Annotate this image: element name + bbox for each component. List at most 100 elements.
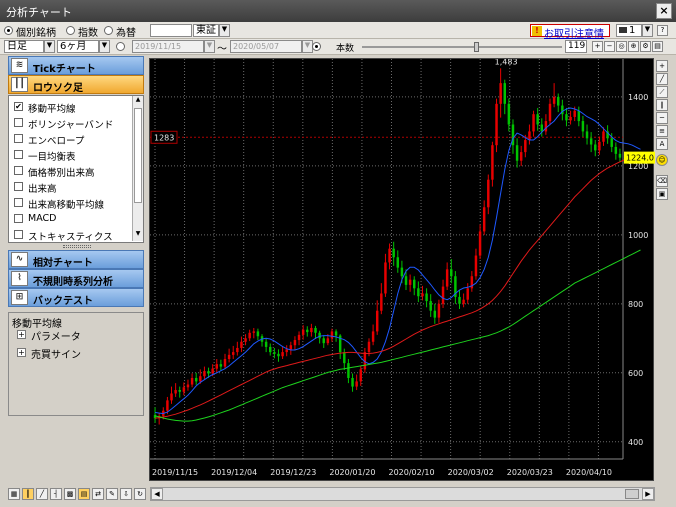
indicator-label: MACD [28, 213, 57, 224]
indicator-item[interactable]: エンベロープ [14, 131, 138, 147]
period-unit-select[interactable]: 日足 [4, 40, 44, 53]
scroll-left-icon[interactable]: ◀ [151, 488, 163, 500]
eraser-icon[interactable]: ⌫ [656, 175, 668, 187]
zoom-in-icon[interactable]: + [592, 41, 603, 52]
zoom-out-icon[interactable]: − [604, 41, 615, 52]
zoom-reset-icon[interactable]: ◎ [616, 41, 627, 52]
date-from-dropdown-icon[interactable]: ▼ [204, 40, 215, 53]
line-tool-icon[interactable]: ╱ [656, 73, 668, 85]
zoom-fit-icon[interactable]: ⊕ [628, 41, 639, 52]
section-relative-chart[interactable]: ∿ 相対チャート [8, 250, 144, 269]
horizontal-line-icon[interactable]: ─ [656, 112, 668, 124]
compare-icon[interactable]: ⇄ [92, 488, 104, 500]
refresh-icon[interactable]: ↻ [134, 488, 146, 500]
section-irregular-series[interactable]: ⌇ 不規則時系列分析 [8, 269, 144, 288]
indicator-item[interactable]: 一目均衡表 [14, 147, 138, 163]
notice-link[interactable]: ! お取引注意情報 [530, 24, 610, 55]
checkbox-macd[interactable] [14, 214, 23, 223]
period-range-dropdown-icon[interactable]: ▼ [99, 40, 110, 53]
radio-stock[interactable] [4, 26, 13, 35]
chart-area[interactable]: 400 600 800 1000 1200 1400 2019/11/15 2019/12/0… [149, 58, 655, 481]
candle-body [425, 293, 428, 302]
candle-body [602, 131, 605, 142]
bar-view-icon[interactable]: ┤ [50, 488, 62, 500]
close-button[interactable]: × [656, 3, 672, 19]
scroll-right-icon[interactable]: ▶ [642, 488, 654, 500]
candle-body [236, 347, 239, 353]
layout-icon[interactable]: ▦ [8, 488, 20, 500]
bar-count-slider-thumb[interactable] [474, 42, 479, 52]
candle-view-icon[interactable]: ┃ [22, 488, 34, 500]
period-unit-dropdown-icon[interactable]: ▼ [44, 40, 55, 53]
scroll-down-icon[interactable]: ▼ [134, 230, 142, 240]
smiley-icon[interactable]: ☺ [656, 154, 668, 166]
bar-count-slider-track[interactable] [362, 46, 562, 48]
symbol-code-input[interactable] [150, 24, 192, 37]
table-icon[interactable]: ▤ [78, 488, 90, 500]
indicator-item[interactable]: ストキャスティクス [14, 227, 138, 242]
indicator-item[interactable]: MACD [14, 211, 138, 227]
date-to-input[interactable]: 2020/05/07 [230, 40, 302, 53]
indicator-item[interactable]: 出来高 [14, 179, 138, 195]
indicator-item[interactable]: 価格帯別出来高 [14, 163, 138, 179]
window-count-dropdown-icon[interactable]: ▼ [642, 24, 653, 37]
print-icon[interactable]: ▤ [652, 41, 663, 52]
market-select[interactable]: 東証 [193, 24, 219, 37]
param-item-signals[interactable]: 売買サイン [31, 346, 81, 361]
param-item-parameters[interactable]: パラメータ [31, 328, 81, 343]
text-tool-icon[interactable]: A [656, 138, 668, 150]
candle-body [487, 179, 490, 208]
checkbox-ichimoku[interactable] [14, 150, 23, 159]
checkbox-bollinger[interactable] [14, 118, 23, 127]
radio-bar-count[interactable] [312, 42, 321, 51]
checkbox-stochastics[interactable] [14, 230, 23, 239]
section-tick-chart[interactable]: ≋ Tickチャート [8, 56, 144, 75]
bar-count-input[interactable]: 119 [565, 40, 587, 53]
candle-body [495, 103, 498, 146]
checkbox-volume-by-price[interactable] [14, 166, 23, 175]
checkbox-volume[interactable] [14, 182, 23, 191]
window-count-select[interactable]: 1 [616, 24, 642, 37]
indicator-item[interactable]: 出来高移動平均線 [14, 195, 138, 211]
candle-body [203, 371, 206, 377]
radio-index[interactable] [66, 26, 75, 35]
grid-icon[interactable]: ▩ [64, 488, 76, 500]
checkbox-moving-average[interactable]: ✔ [14, 102, 23, 111]
parallel-line-icon[interactable]: ∥ [656, 99, 668, 111]
expand-icon[interactable]: + [17, 330, 26, 339]
indicator-item[interactable]: ✔ 移動平均線 [14, 99, 138, 115]
checkbox-envelope[interactable] [14, 134, 23, 143]
radio-fx[interactable] [104, 26, 113, 35]
period-range-select[interactable]: 6ヶ月 [57, 40, 99, 53]
candle-body [610, 138, 613, 147]
radio-date-range[interactable] [116, 42, 125, 51]
memo-icon[interactable]: ✎ [106, 488, 118, 500]
candle-body [614, 146, 618, 154]
window-icon [619, 27, 627, 33]
radio-stock-label: 個別銘柄 [16, 28, 56, 39]
indicator-item[interactable]: ボリンジャーバンド [14, 115, 138, 131]
section-backtest[interactable]: ⊞ バックテスト [8, 288, 144, 307]
date-from-input[interactable]: 2019/11/15 [132, 40, 204, 53]
splitter-grip[interactable] [63, 245, 91, 248]
export-icon[interactable]: ⇩ [120, 488, 132, 500]
save-icon[interactable]: ▣ [656, 188, 668, 200]
horizontal-scroll-thumb[interactable] [625, 489, 639, 499]
section-candlestick[interactable]: ┃┃ ロウソク足 [8, 75, 144, 94]
chart-settings-icon[interactable]: ⚙ [640, 41, 651, 52]
expand-icon[interactable]: + [17, 348, 26, 357]
scroll-thumb[interactable] [134, 108, 142, 203]
checkbox-volume-ma[interactable] [14, 198, 23, 207]
market-dropdown-icon[interactable]: ▼ [219, 24, 230, 37]
chart-horizontal-scrollbar[interactable]: ◀ ▶ [150, 487, 655, 501]
candle-body [532, 114, 535, 132]
candle-body [252, 331, 256, 333]
trendline-icon[interactable]: ⟋ [656, 86, 668, 98]
candle-body [417, 288, 420, 297]
help-icon[interactable]: ? [657, 25, 668, 36]
scroll-up-icon[interactable]: ▲ [134, 96, 142, 106]
fibonacci-icon[interactable]: ≡ [656, 125, 668, 137]
line-view-icon[interactable]: ╱ [36, 488, 48, 500]
indicator-list-scrollbar[interactable]: ▲ ▼ [132, 96, 143, 241]
crosshair-icon[interactable]: + [656, 60, 668, 72]
